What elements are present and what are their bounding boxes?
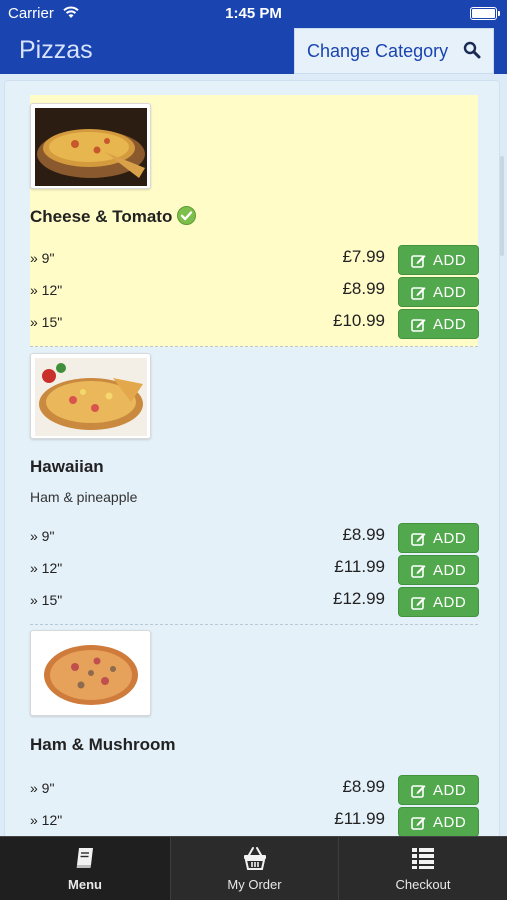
edit-icon [411, 565, 426, 578]
menu-item-hawaiian: Hawaiian Ham & pineapple » 9" £8.99 ADD … [30, 348, 479, 625]
tab-label: Menu [68, 877, 102, 892]
price: £10.99 [333, 311, 385, 330]
clock: 1:45 PM [225, 5, 282, 22]
menu-item-cheese-tomato: Cheese & Tomato » 9" £7.99 ADD » 12" £8.… [30, 95, 479, 347]
tab-menu[interactable]: Menu [0, 837, 170, 900]
edit-icon [411, 817, 426, 830]
tab-checkout[interactable]: Checkout [339, 837, 507, 900]
edit-icon [411, 597, 426, 610]
menu-item-ham-mushroom: Ham & Mushroom » 9" £8.99 ADD » 12" £11.… [30, 626, 479, 836]
price: £7.99 [342, 247, 385, 266]
book-icon [76, 848, 93, 868]
tab-label: Checkout [395, 877, 451, 892]
size-label: » 9" [30, 528, 55, 544]
pizza-image [30, 353, 151, 439]
search-icon [463, 41, 481, 59]
add-button[interactable]: ADD [398, 775, 479, 805]
price: £8.99 [342, 279, 385, 298]
status-bar: Carrier 1:45 PM [0, 0, 507, 28]
menu-content[interactable]: Cheese & Tomato » 9" £7.99 ADD » 12" £8.… [0, 74, 507, 836]
tab-bar: Menu My Order Checkout [0, 836, 507, 900]
price: £11.99 [334, 809, 385, 828]
add-button-label: ADD [433, 316, 467, 333]
edit-icon [411, 287, 426, 300]
item-name: Hawaiian [30, 457, 104, 476]
edit-icon [411, 319, 426, 332]
size-label: » 12" [30, 812, 63, 828]
scrollbar[interactable] [500, 156, 504, 256]
edit-icon [411, 255, 426, 268]
size-label: » 15" [30, 314, 63, 330]
size-label: » 15" [30, 592, 63, 608]
battery-icon [470, 7, 500, 20]
add-button[interactable]: ADD [398, 245, 479, 275]
add-button[interactable]: ADD [398, 587, 479, 617]
check-icon [177, 206, 197, 225]
price: £11.99 [334, 557, 385, 576]
add-button-label: ADD [433, 562, 467, 579]
tab-my-order[interactable]: My Order [171, 837, 338, 900]
add-button-label: ADD [433, 814, 467, 831]
list-icon [412, 848, 434, 869]
add-button-label: ADD [433, 594, 467, 611]
add-button[interactable]: ADD [398, 523, 479, 553]
edit-icon [411, 533, 426, 546]
change-category-button[interactable]: Change Category [294, 28, 494, 74]
size-label: » 12" [30, 560, 63, 576]
price: £8.99 [342, 777, 385, 796]
size-label: » 12" [30, 282, 63, 298]
change-category-label: Change Category [307, 41, 449, 61]
add-button-label: ADD [433, 284, 467, 301]
pizza-image [30, 630, 151, 716]
item-name: Ham & Mushroom [30, 735, 176, 754]
add-button[interactable]: ADD [398, 277, 479, 307]
item-description: Ham & pineapple [30, 489, 138, 505]
add-button[interactable]: ADD [398, 555, 479, 585]
add-button-label: ADD [433, 252, 467, 269]
size-label: » 9" [30, 250, 55, 266]
tab-label: My Order [227, 877, 282, 892]
item-name: Cheese & Tomato [30, 206, 197, 227]
price: £12.99 [333, 589, 385, 608]
edit-icon [411, 785, 426, 798]
add-button-label: ADD [433, 530, 467, 547]
nav-header: Pizzas Change Category [0, 28, 507, 74]
size-label: » 9" [30, 780, 55, 796]
basket-icon [243, 847, 266, 870]
item-name-text: Cheese & Tomato [30, 207, 173, 226]
price: £8.99 [342, 525, 385, 544]
page-title: Pizzas [19, 36, 93, 64]
add-button[interactable]: ADD [398, 309, 479, 339]
pizza-image [30, 103, 151, 189]
add-button-label: ADD [433, 782, 467, 799]
add-button[interactable]: ADD [398, 807, 479, 836]
